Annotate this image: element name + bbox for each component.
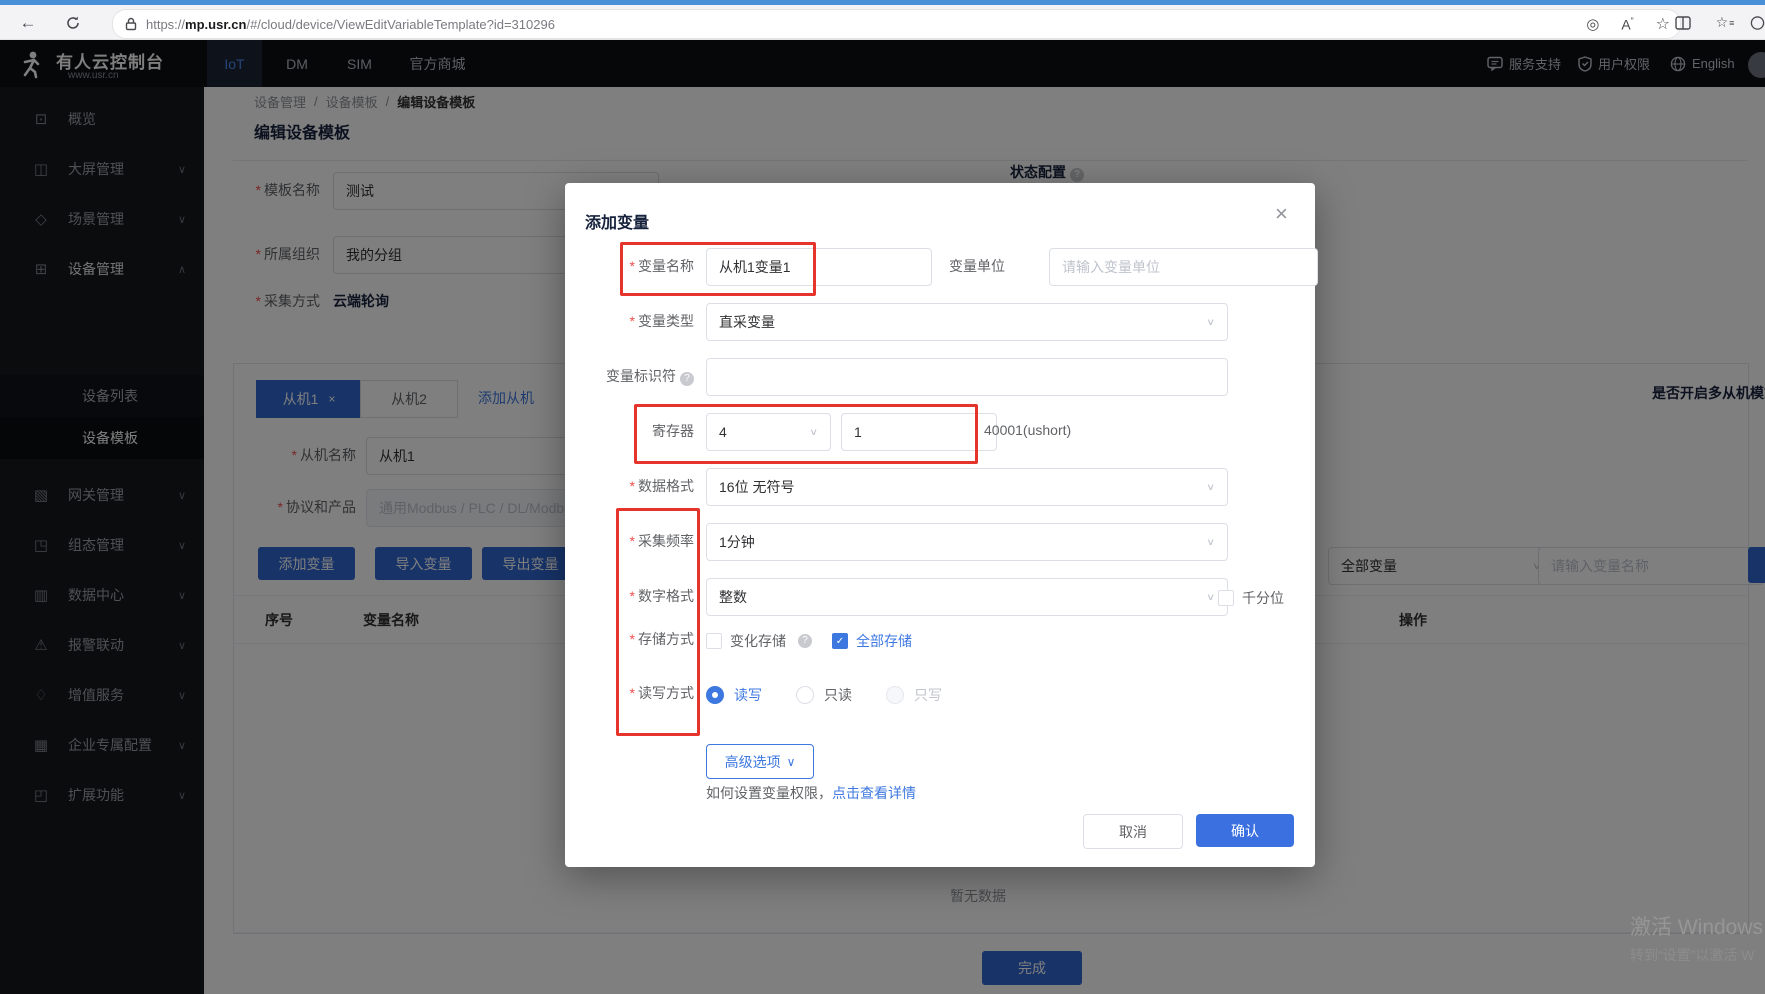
frequency-select[interactable]: 1分钟∨: [706, 523, 1228, 561]
back-icon[interactable]: ←: [14, 5, 42, 40]
storage-label: *存储方式: [565, 627, 694, 651]
number-format-label: *数字格式: [565, 578, 694, 614]
add-variable-dialog: 添加变量 × *变量名称 从机1变量1 变量单位 请输入变量单位 *变量类型 直…: [565, 183, 1315, 867]
browser-toolbar: ← https://mp.usr.cn/#/cloud/device/ViewE…: [0, 5, 1765, 40]
screen: ← https://mp.usr.cn/#/cloud/device/ViewE…: [0, 0, 1765, 994]
chevron-down-icon: ∨: [1206, 481, 1215, 492]
register-fc-select[interactable]: 4∨: [706, 413, 831, 451]
collections-icon[interactable]: ☆≡: [1710, 5, 1740, 40]
rw-writeonly-radio[interactable]: [886, 686, 904, 704]
identifier-help-icon[interactable]: ?: [680, 372, 694, 386]
register-hint: 40001(ushort): [984, 422, 1071, 438]
data-format-label: *数据格式: [565, 468, 694, 504]
register-address-input[interactable]: 1: [841, 413, 997, 451]
rw-readonly-radio[interactable]: [796, 686, 814, 704]
variable-identifier-label: 变量标识符?: [565, 358, 694, 394]
all-storage-checkbox[interactable]: ✓: [832, 633, 848, 649]
variable-type-label: *变量类型: [565, 303, 694, 339]
confirm-button[interactable]: 确认: [1196, 814, 1294, 847]
refresh-icon[interactable]: [58, 5, 88, 40]
rw-options: 读写 只读 只写: [706, 685, 942, 705]
rw-label: *读写方式: [565, 681, 694, 705]
advanced-options-button[interactable]: 高级选项∨: [706, 744, 814, 779]
register-label: 寄存器: [565, 413, 694, 449]
cancel-button[interactable]: 取消: [1083, 814, 1183, 849]
chevron-down-icon: ∨: [1206, 536, 1215, 547]
dialog-title: 添加变量: [585, 209, 649, 233]
permission-hint: 如何设置变量权限，点击查看详情: [706, 783, 916, 803]
windows-activation-watermark: 激活 Windows 转到“设置”以激活 W: [1630, 911, 1763, 965]
data-format-select[interactable]: 16位 无符号∨: [706, 468, 1228, 506]
variable-name-input[interactable]: 从机1变量1: [706, 248, 932, 286]
variable-type-select[interactable]: 直采变量∨: [706, 303, 1228, 341]
variable-unit-input[interactable]: 请输入变量单位: [1049, 248, 1318, 286]
change-storage-help-icon[interactable]: ?: [798, 634, 812, 648]
read-aloud-icon[interactable]: A”: [1621, 16, 1633, 33]
lock-icon[interactable]: [125, 17, 137, 31]
change-storage-checkbox[interactable]: [706, 633, 722, 649]
split-screen-icon[interactable]: [1668, 5, 1698, 40]
storage-options: 变化存储 ? ✓ 全部存储: [706, 631, 912, 651]
frequency-label: *采集频率: [565, 523, 694, 559]
chevron-down-icon: ∨: [1206, 316, 1215, 327]
thousand-separator-option[interactable]: 千分位: [1218, 588, 1284, 608]
rw-readwrite-radio[interactable]: [706, 686, 724, 704]
address-bar[interactable]: https://mp.usr.cn/#/cloud/device/ViewEdi…: [112, 9, 1681, 39]
chevron-down-icon: ∨: [809, 426, 818, 437]
view-details-link[interactable]: 点击查看详情: [832, 783, 916, 803]
number-format-select[interactable]: 整数∨: [706, 578, 1228, 616]
chevron-down-icon: ∨: [1206, 591, 1215, 602]
chevron-down-icon: ∨: [787, 755, 796, 769]
variable-name-label: *变量名称: [565, 248, 694, 284]
close-icon[interactable]: ×: [1275, 201, 1288, 227]
variable-identifier-input[interactable]: [706, 358, 1228, 396]
url-text: https://mp.usr.cn/#/cloud/device/ViewEdi…: [146, 17, 555, 32]
browser-extra-icon[interactable]: [1750, 5, 1765, 40]
variable-unit-label: 变量单位: [949, 248, 1019, 284]
thousand-checkbox[interactable]: [1218, 590, 1234, 606]
send-to-device-icon[interactable]: ◎: [1586, 15, 1599, 33]
